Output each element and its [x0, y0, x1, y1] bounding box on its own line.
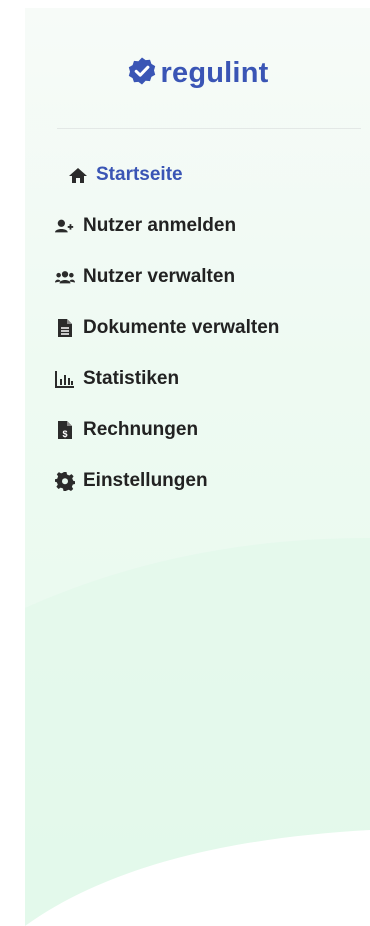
- nav-item-label: Rechnungen: [83, 419, 199, 440]
- gear-icon: [55, 471, 75, 491]
- brand-logo[interactable]: regulint: [25, 56, 370, 91]
- nav-item-startseite[interactable]: Startseite: [68, 160, 183, 190]
- brand-name: regulint: [160, 57, 269, 89]
- nav-item-label: Dokumente verwalten: [83, 317, 280, 338]
- bar-chart-icon: [55, 369, 75, 389]
- nav-item-einstellungen[interactable]: Einstellungen: [55, 466, 208, 496]
- nav-item-label: Startseite: [96, 164, 183, 185]
- nav-item-rechnungen[interactable]: $ Rechnungen: [55, 415, 198, 445]
- sidebar: regulint Startseite Nutzer anmelden Nutz…: [25, 8, 370, 926]
- nav-item-label: Statistiken: [83, 368, 180, 389]
- check-badge-icon: [127, 56, 157, 91]
- svg-text:$: $: [62, 429, 67, 439]
- nav-item-dokumente-verwalten[interactable]: Dokumente verwalten: [55, 313, 279, 343]
- nav-item-label: Nutzer verwalten: [83, 266, 236, 287]
- user-plus-icon: [55, 216, 75, 236]
- nav-item-nutzer-verwalten[interactable]: Nutzer verwalten: [55, 262, 235, 292]
- nav-item-nutzer-anmelden[interactable]: Nutzer anmelden: [55, 211, 236, 241]
- invoice-icon: $: [55, 420, 75, 440]
- nav-item-statistiken[interactable]: Statistiken: [55, 364, 179, 394]
- nav-item-label: Einstellungen: [83, 470, 208, 491]
- divider: [57, 128, 361, 129]
- nav-item-label: Nutzer anmelden: [83, 215, 237, 236]
- home-icon: [68, 165, 88, 185]
- document-icon: [55, 318, 75, 338]
- users-icon: [55, 267, 75, 287]
